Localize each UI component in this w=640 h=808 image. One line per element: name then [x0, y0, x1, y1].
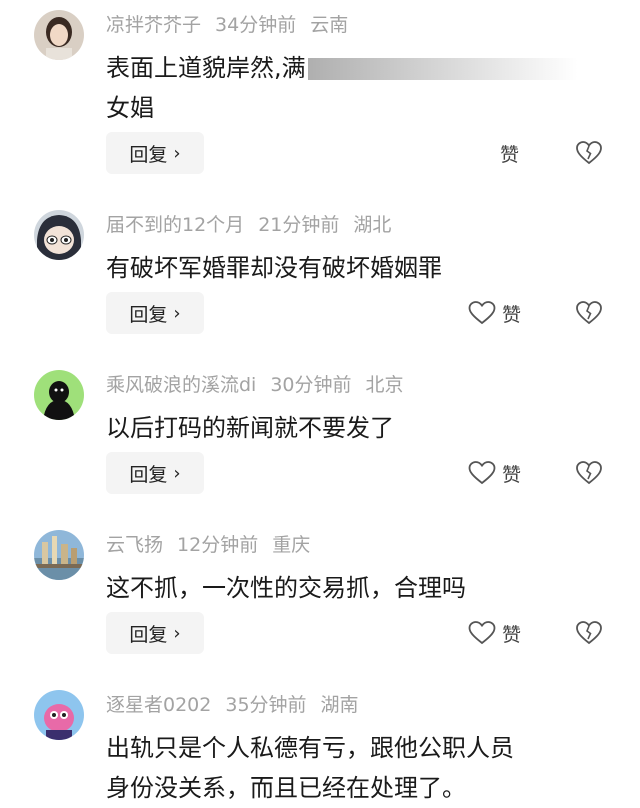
location: 云南	[310, 14, 349, 36]
username[interactable]: 逐星者0202	[106, 694, 211, 716]
avatar[interactable]	[34, 10, 84, 60]
broken-heart-icon	[576, 621, 602, 645]
location: 湖北	[353, 214, 392, 236]
broken-heart-icon	[576, 141, 602, 165]
reply-label: 回复	[129, 303, 168, 326]
comment-text-line: 表面上道貌岸然,满	[106, 54, 306, 82]
scenery-photo-icon	[34, 530, 84, 580]
like-button[interactable]: 赞	[500, 132, 519, 174]
like-label: 赞	[502, 303, 522, 326]
cartoon-pink-icon	[34, 690, 84, 740]
comment-meta: 届不到的12个月 21分钟前 湖北	[106, 212, 405, 238]
reply-label: 回复	[129, 463, 168, 486]
like-button[interactable]: 赞	[468, 292, 521, 334]
timestamp: 30分钟前	[270, 374, 352, 396]
like-label: 赞	[500, 143, 520, 166]
avatar[interactable]	[34, 530, 84, 580]
timestamp: 35分钟前	[225, 694, 307, 716]
comment-text-line: 身份没关系，而且已经在处理了。	[106, 774, 466, 802]
username[interactable]: 乘风破浪的溪流di	[106, 374, 256, 396]
dislike-button[interactable]	[574, 612, 604, 654]
heart-icon	[468, 621, 496, 645]
timestamp: 21分钟前	[258, 214, 340, 236]
heart-icon	[468, 301, 496, 325]
blur-overlay	[307, 58, 578, 80]
like-label: 赞	[502, 463, 522, 486]
comment-text: 以后打码的新闻就不要发了	[106, 408, 606, 448]
comment-text: 出轨只是个人私德有亏，跟他公职人员 身份没关系，而且已经在处理了。	[106, 728, 606, 808]
comment-text: 表面上道貌岸然,满 女娼	[106, 48, 606, 128]
location: 重庆	[272, 534, 311, 556]
comment-meta: 逐星者0202 35分钟前 湖南	[106, 692, 373, 718]
dislike-button[interactable]	[574, 452, 604, 494]
anime-character-icon	[34, 210, 84, 260]
chevron-right-icon: ›	[173, 302, 181, 324]
chevron-right-icon: ›	[173, 622, 181, 644]
like-button[interactable]: 赞	[468, 612, 521, 654]
comment-text-line: 出轨只是个人私德有亏，跟他公职人员	[106, 734, 514, 762]
chevron-right-icon: ›	[173, 142, 181, 164]
username[interactable]: 凉拌芥芥子	[106, 14, 201, 36]
comment-meta: 云飞扬 12分钟前 重庆	[106, 532, 324, 558]
reply-button[interactable]: 回复 ›	[106, 132, 204, 174]
woman-photo-icon	[34, 10, 84, 60]
dislike-button[interactable]	[574, 292, 604, 334]
location: 湖南	[320, 694, 359, 716]
comment-text-line: 以后打码的新闻就不要发了	[106, 414, 394, 442]
avatar[interactable]	[34, 690, 84, 740]
reply-label: 回复	[129, 143, 168, 166]
dislike-button[interactable]	[574, 132, 604, 174]
like-label: 赞	[502, 623, 522, 646]
broken-heart-icon	[576, 301, 602, 325]
reply-button[interactable]: 回复 ›	[106, 452, 204, 494]
like-button[interactable]: 赞	[468, 452, 521, 494]
timestamp: 12分钟前	[177, 534, 259, 556]
reply-button[interactable]: 回复 ›	[106, 292, 204, 334]
comment-text-line: 女娼	[106, 94, 154, 122]
comment-text: 有破坏军婚罪却没有破坏婚姻罪	[106, 248, 606, 288]
comment-text: 这不抓，一次性的交易抓，合理吗	[106, 568, 606, 608]
avatar[interactable]	[34, 210, 84, 260]
reply-button[interactable]: 回复 ›	[106, 612, 204, 654]
location: 北京	[365, 374, 404, 396]
comment-meta: 乘风破浪的溪流di 30分钟前 北京	[106, 372, 418, 398]
comment-meta: 凉拌芥芥子 34分钟前 云南	[106, 12, 362, 38]
username[interactable]: 云飞扬	[106, 534, 163, 556]
timestamp: 34分钟前	[215, 14, 297, 36]
reply-label: 回复	[129, 623, 168, 646]
comment-text-line: 这不抓，一次性的交易抓，合理吗	[106, 574, 466, 602]
chevron-right-icon: ›	[173, 462, 181, 484]
avatar[interactable]	[34, 370, 84, 420]
username[interactable]: 届不到的12个月	[106, 214, 244, 236]
heart-icon	[468, 461, 496, 485]
broken-heart-icon	[576, 461, 602, 485]
comment-text-line: 有破坏军婚罪却没有破坏婚姻罪	[106, 254, 442, 282]
dark-figure-icon	[34, 370, 84, 420]
